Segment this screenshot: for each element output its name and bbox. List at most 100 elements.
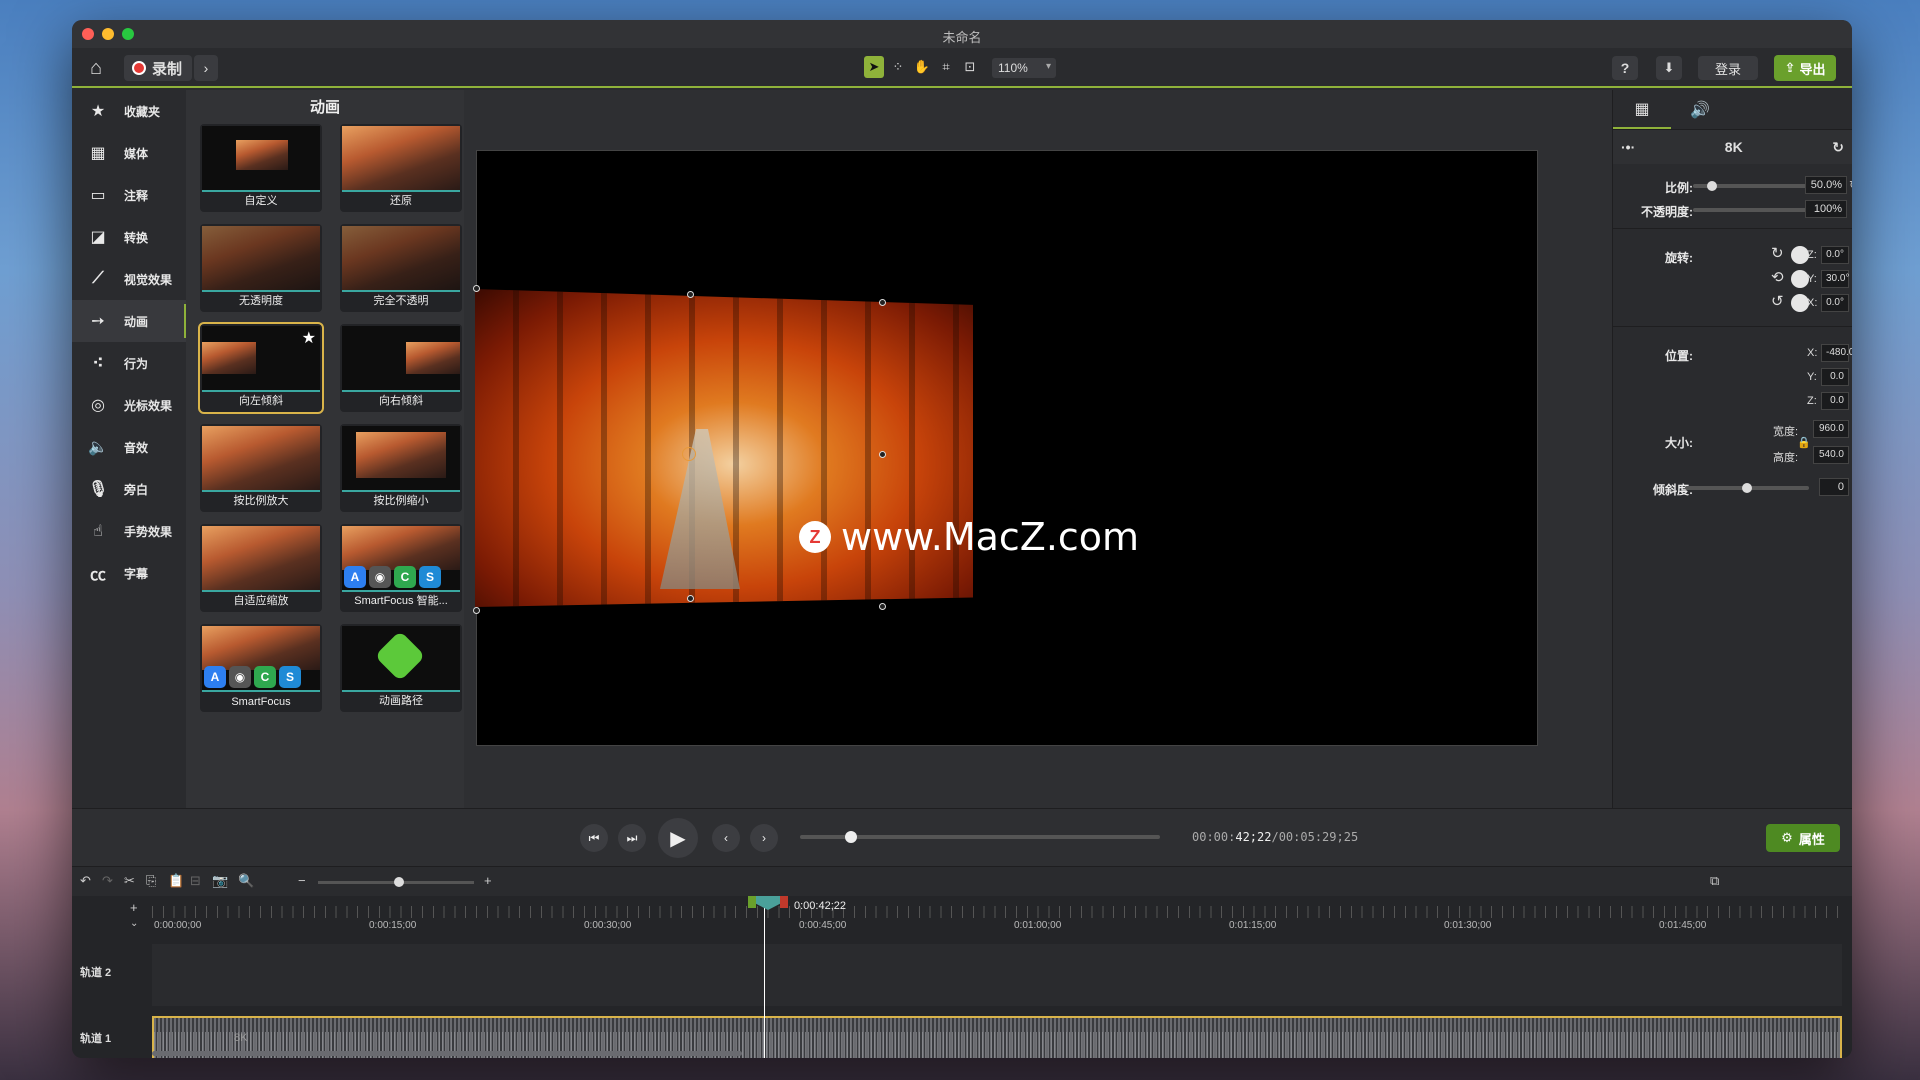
sidebar-item[interactable]: ➙ 动画 (72, 300, 186, 342)
home-icon[interactable]: ⌂ (82, 54, 110, 82)
sidebar-item[interactable]: ㏄ 字幕 (72, 552, 186, 594)
opacity-field[interactable]: 100% (1805, 200, 1847, 218)
position-x-field[interactable]: -480.0 (1821, 344, 1852, 362)
skew-slider-knob[interactable] (1742, 483, 1752, 493)
crop-icon[interactable]: ⌗ (936, 56, 956, 78)
animation-preset[interactable]: 完全不透明 (340, 224, 462, 312)
help-button[interactable]: ? (1612, 56, 1638, 80)
height-field[interactable]: 540.0 (1813, 446, 1849, 464)
edit-points-icon[interactable]: ⁘ (888, 56, 908, 78)
sidebar-item[interactable]: 🎙 旁白 (72, 468, 186, 510)
sidebar-item[interactable]: ◪ 转换 (72, 216, 186, 258)
sidebar-item[interactable]: ▦ 媒体 (72, 132, 186, 174)
step-back-icon[interactable]: ⏮ (580, 824, 608, 852)
timeline-ruler[interactable]: 0:00:00;00 0:00:15;00 0:00:30;00 0:00:45;00… (152, 896, 1842, 942)
reset-icon[interactable]: ↻ (1832, 139, 1844, 156)
sidebar-item[interactable]: ⟋ 视觉效果 (72, 258, 186, 300)
next-marker-icon[interactable]: › (750, 824, 778, 852)
sidebar-item[interactable]: ◎ 光标效果 (72, 384, 186, 426)
scale-reset-icon[interactable]: ↻ (1849, 178, 1852, 192)
snapshot-camera-icon[interactable]: 📷 (212, 873, 228, 889)
record-options-chevron-icon[interactable]: › (194, 55, 218, 81)
download-icon[interactable]: ⬇ (1656, 56, 1682, 80)
add-track-icon[interactable]: + (130, 900, 138, 915)
rotation-x-field[interactable]: 0.0° (1821, 294, 1849, 312)
resize-handle[interactable] (687, 595, 694, 602)
resize-handle[interactable] (687, 291, 694, 298)
sidebar-item[interactable]: ▭ 注释 (72, 174, 186, 216)
export-button[interactable]: ⇪ 导出 (1774, 55, 1836, 81)
animation-preset[interactable]: 按比例缩小 (340, 424, 462, 512)
animation-preset[interactable]: A ◉ C S SmartFocus (200, 624, 322, 712)
rotation-y-field[interactable]: 30.0° (1821, 270, 1849, 288)
animation-preset[interactable]: 自适应缩放 (200, 524, 322, 612)
step-forward-icon[interactable]: ⏭ (618, 824, 646, 852)
scale-field[interactable]: 50.0% (1805, 176, 1847, 194)
timeline-horizontal-scrollbar[interactable] (152, 1051, 742, 1056)
animation-preset[interactable]: 动画路径 (340, 624, 462, 712)
resize-handle[interactable] (473, 285, 480, 292)
scale-slider-knob[interactable] (1707, 181, 1717, 191)
zoom-search-icon[interactable]: 🔍 (238, 873, 254, 889)
visual-properties-tab-icon[interactable]: ▦ (1613, 90, 1671, 129)
torii-gate-media[interactable] (475, 289, 973, 607)
skew-slider[interactable] (1685, 483, 1809, 493)
record-button[interactable]: 录制 (124, 55, 192, 81)
track-2-lane[interactable] (152, 944, 1842, 1006)
rotation-center-handle[interactable] (682, 447, 696, 461)
playhead-in-handle[interactable] (748, 896, 756, 908)
copy-icon[interactable]: ⎘ (146, 873, 156, 889)
pan-hand-icon[interactable]: ✋ (912, 56, 932, 78)
resize-handle[interactable] (879, 299, 886, 306)
preview-canvas[interactable]: Z www.MacZ.com (473, 150, 1538, 746)
sidebar-item[interactable]: ☝ 手势效果 (72, 510, 186, 552)
scrub-knob[interactable] (845, 831, 857, 843)
resize-handle[interactable] (879, 603, 886, 610)
scale-slider[interactable] (1693, 181, 1817, 191)
playhead-out-handle[interactable] (780, 896, 788, 908)
animation-preset[interactable]: ★ 向左倾斜 (198, 322, 324, 414)
timeline-zoom-knob[interactable] (394, 877, 404, 887)
rotation-z-field[interactable]: 0.0° (1821, 246, 1849, 264)
redo-icon[interactable]: ↷ (102, 873, 113, 889)
paste-icon[interactable]: 📋 (168, 873, 184, 889)
sidebar-item[interactable]: ⁖ 行为 (72, 342, 186, 384)
position-z-field[interactable]: 0.0 (1821, 392, 1849, 410)
animation-preset[interactable]: 无透明度 (200, 224, 322, 312)
animation-preset[interactable]: A ◉ C S SmartFocus 智能... (340, 524, 462, 612)
sidebar-item[interactable]: ★ 收藏夹 (72, 90, 186, 132)
split-icon[interactable]: ⊟ (190, 873, 201, 889)
login-button[interactable]: 登录 (1698, 56, 1758, 80)
select-arrow-icon[interactable]: ➤ (864, 56, 884, 78)
collapse-tracks-icon[interactable]: ⌄ (130, 918, 138, 929)
resize-handle[interactable] (879, 451, 886, 458)
animation-preset[interactable]: 自定义 (200, 124, 322, 212)
resize-handle[interactable] (473, 607, 480, 614)
opacity-slider[interactable] (1693, 205, 1817, 215)
title-bar: 未命名 (72, 20, 1852, 48)
animation-preset[interactable]: 按比例放大 (200, 424, 322, 512)
clip-link-icon[interactable]: ·•· (1621, 139, 1635, 155)
playhead-head[interactable] (756, 896, 780, 910)
position-y-field[interactable]: 0.0 (1821, 368, 1849, 386)
properties-button[interactable]: ⚙ 属性 (1766, 824, 1840, 852)
playhead[interactable] (748, 896, 788, 910)
record-dot-icon (132, 61, 146, 75)
audio-properties-tab-icon[interactable]: 🔊 (1671, 90, 1729, 129)
fit-canvas-icon[interactable]: ⊡ (960, 56, 980, 78)
skew-field[interactable]: 0 (1819, 478, 1849, 496)
zoom-out-icon[interactable]: − (298, 873, 306, 888)
play-icon[interactable]: ▶ (658, 818, 698, 858)
animation-preset[interactable]: 向右倾斜 (340, 324, 462, 412)
cut-icon[interactable]: ✂ (124, 873, 135, 889)
previous-marker-icon[interactable]: ‹ (712, 824, 740, 852)
zoom-in-icon[interactable]: + (484, 873, 492, 888)
timeline-zoom-slider[interactable] (318, 877, 474, 887)
undo-icon[interactable]: ↶ (80, 873, 91, 889)
scrub-bar[interactable] (800, 831, 1160, 843)
detach-timeline-icon[interactable]: ⧉ (1710, 873, 1719, 889)
animation-preset[interactable]: 还原 (340, 124, 462, 212)
zoom-select[interactable]: 110% (992, 58, 1056, 78)
sidebar-item[interactable]: 🔈 音效 (72, 426, 186, 468)
favorite-star-icon[interactable]: ★ (302, 328, 316, 348)
